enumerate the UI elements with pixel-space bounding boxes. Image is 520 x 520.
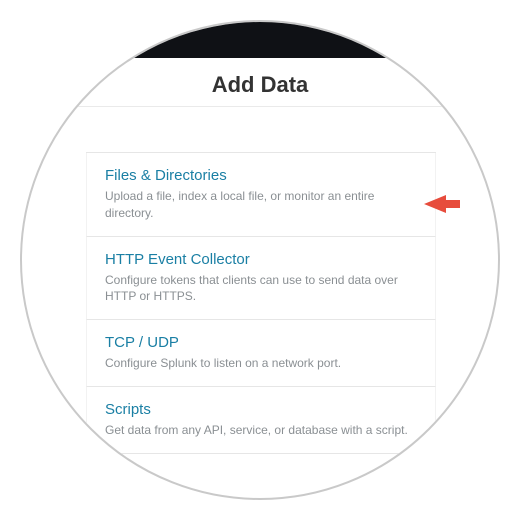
- option-files-directories[interactable]: Files & Directories Upload a file, index…: [86, 153, 436, 237]
- option-title: HTTP Event Collector: [105, 251, 419, 268]
- option-scripts[interactable]: Scripts Get data from any API, service, …: [86, 387, 436, 454]
- data-source-list: Files & Directories Upload a file, index…: [86, 152, 436, 454]
- option-desc: Upload a file, index a local file, or mo…: [105, 188, 419, 222]
- option-title: TCP / UDP: [105, 334, 419, 351]
- wizard-step-label: Select S: [450, 96, 498, 111]
- top-nav-bar: [22, 22, 498, 58]
- option-tcp-udp[interactable]: TCP / UDP Configure Splunk to listen on …: [86, 320, 436, 387]
- option-title: Scripts: [105, 401, 419, 418]
- viewport-circle: Add Data Select S Files & Directories Up…: [20, 20, 500, 500]
- option-desc: Get data from any API, service, or datab…: [105, 422, 419, 439]
- option-http-event-collector[interactable]: HTTP Event Collector Configure tokens th…: [86, 237, 436, 321]
- page-header: Add Data: [22, 58, 498, 107]
- option-desc: Configure tokens that clients can use to…: [105, 272, 419, 306]
- option-desc: Configure Splunk to listen on a network …: [105, 355, 419, 372]
- option-title: Files & Directories: [105, 167, 419, 184]
- page-title: Add Data: [22, 72, 498, 98]
